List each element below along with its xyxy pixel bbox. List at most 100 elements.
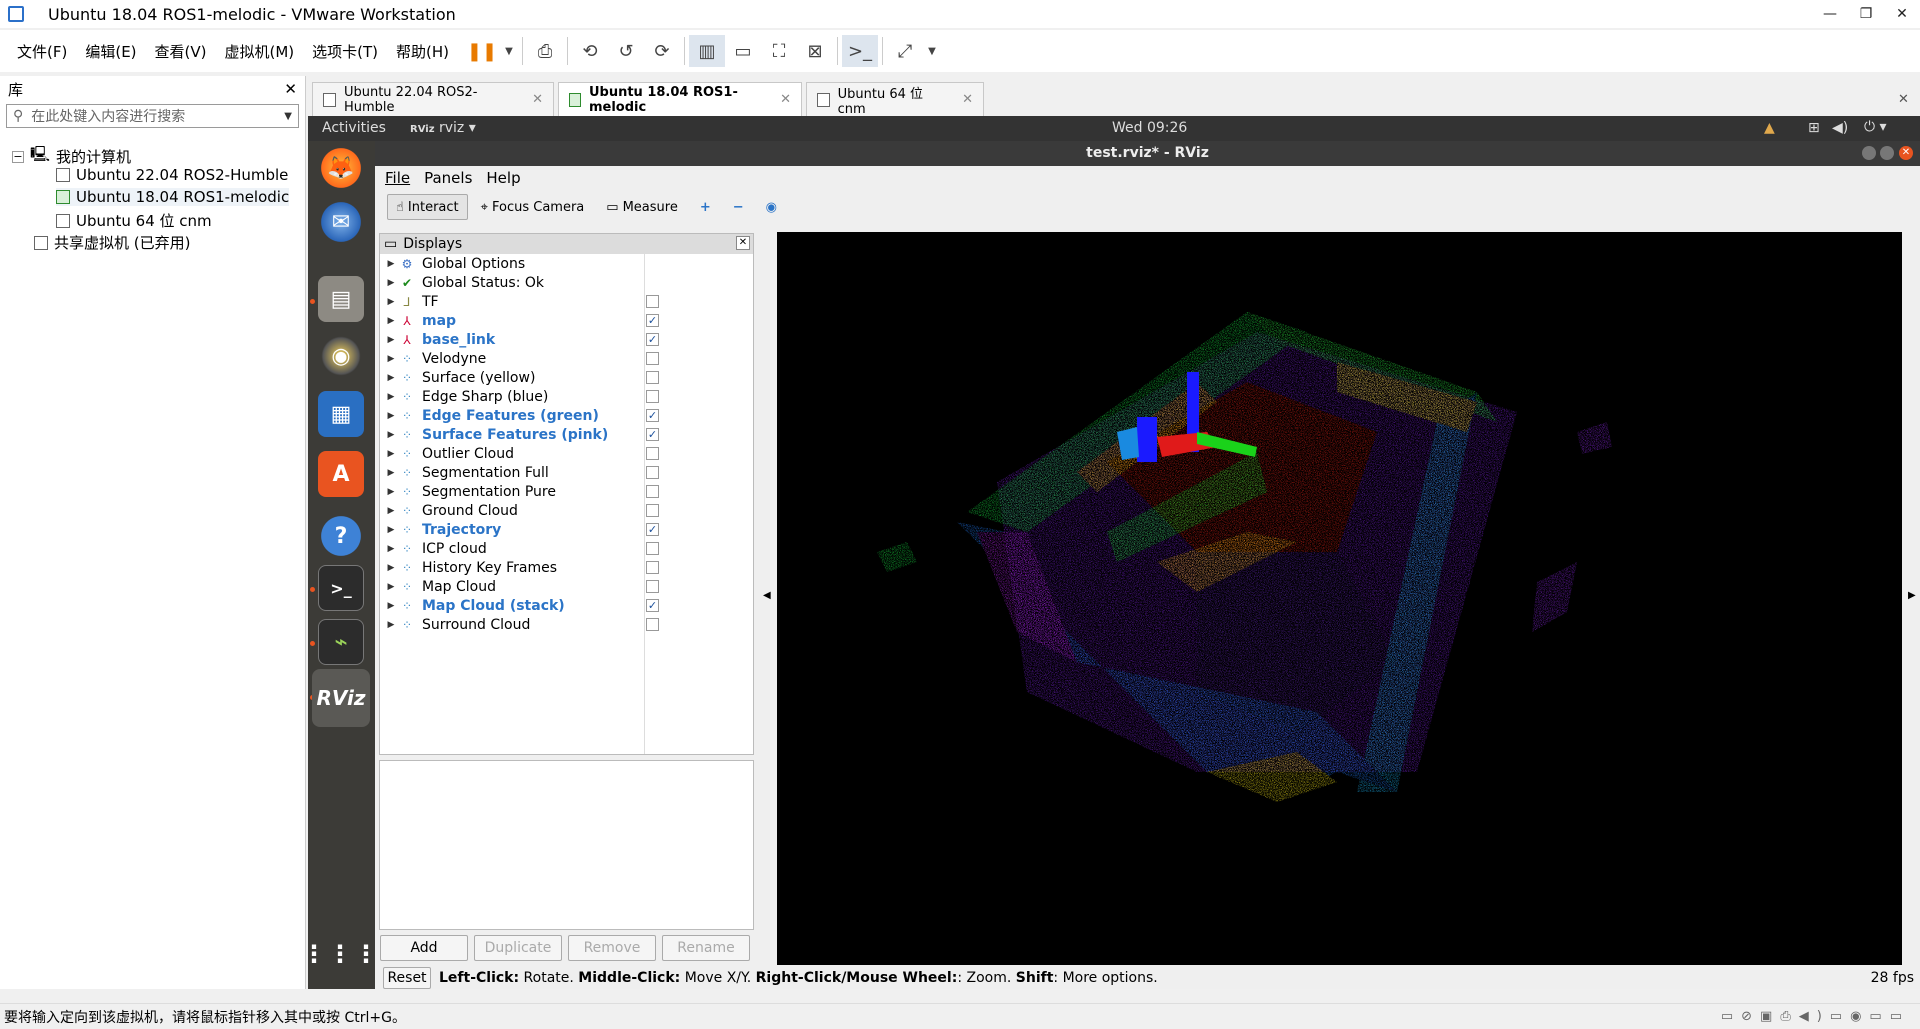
- menu-vm[interactable]: 虚拟机(M): [216, 41, 304, 62]
- menu-tabs[interactable]: 选项卡(T): [303, 41, 387, 62]
- enable-checkbox[interactable]: [646, 542, 659, 555]
- expand-arrow-icon[interactable]: ▶: [384, 392, 398, 402]
- app-menu[interactable]: RViz rviz ▾: [410, 120, 476, 136]
- network-icon[interactable]: ⊞: [1808, 120, 1820, 136]
- expand-arrow-icon[interactable]: ▶: [384, 620, 398, 630]
- expand-arrow-icon[interactable]: ▶: [384, 316, 398, 326]
- collapse-icon[interactable]: −: [12, 150, 24, 163]
- display-row[interactable]: ▶ ⁘ Outlier Cloud: [380, 444, 753, 463]
- expand-arrow-icon[interactable]: ▶: [384, 411, 398, 421]
- menu-edit[interactable]: 编辑(E): [76, 41, 145, 62]
- expand-arrow-icon[interactable]: ▶: [384, 506, 398, 516]
- clock[interactable]: Wed 09:26: [1112, 120, 1187, 136]
- 3d-render-view[interactable]: [777, 232, 1902, 965]
- display-row[interactable]: ▶ ⁘ Edge Features (green) ✓: [380, 406, 753, 425]
- snapshot-manager-icon[interactable]: ⟳: [644, 35, 680, 67]
- enable-checkbox[interactable]: ✓: [646, 428, 659, 441]
- expand-arrow-icon[interactable]: ▶: [384, 278, 398, 288]
- enable-checkbox[interactable]: [646, 504, 659, 517]
- tree-shared-vms[interactable]: 共享虚拟机 (已弃用): [34, 232, 190, 253]
- enable-checkbox[interactable]: [646, 447, 659, 460]
- close-icon[interactable]: ✕: [736, 236, 750, 250]
- expand-arrow-icon[interactable]: ▶: [384, 297, 398, 307]
- chevron-down-icon[interactable]: ▼: [500, 35, 518, 67]
- cat-indicator-icon[interactable]: ▲: [1764, 120, 1775, 136]
- enable-checkbox[interactable]: [646, 295, 659, 308]
- expand-arrow-icon[interactable]: ▶: [384, 259, 398, 269]
- display-row[interactable]: ▶ ⁘ Edge Sharp (blue): [380, 387, 753, 406]
- restore-icon[interactable]: ❐: [1848, 0, 1884, 28]
- expand-arrow-icon[interactable]: ▶: [384, 544, 398, 554]
- collapse-right-icon[interactable]: ▶: [1908, 590, 1916, 601]
- rviz-icon[interactable]: RViz: [312, 669, 370, 727]
- thunderbird-icon[interactable]: ✉: [318, 199, 364, 245]
- send-keys-icon[interactable]: ⎙: [527, 35, 563, 67]
- enable-checkbox[interactable]: ✓: [646, 333, 659, 346]
- add-button[interactable]: Add: [380, 935, 468, 961]
- tab-bar-close-icon[interactable]: ✕: [1898, 82, 1916, 116]
- chevron-down-icon[interactable]: ▼: [923, 35, 941, 67]
- display-row[interactable]: ▶ ⁘ Ground Cloud: [380, 501, 753, 520]
- display-row[interactable]: ▶ ✔ Global Status: Ok: [380, 273, 753, 292]
- close-icon[interactable]: ✕: [768, 92, 791, 107]
- power-icon[interactable]: ⏻ ▾: [1864, 119, 1887, 135]
- display-row[interactable]: ▶ ⁘ Surface (yellow): [380, 368, 753, 387]
- library-search-input[interactable]: ⚲ 在此处键入内容进行搜索 ▼: [6, 104, 299, 128]
- fullscreen-icon[interactable]: ⛶: [761, 35, 797, 67]
- display-row[interactable]: ▶ ⁘ Map Cloud: [380, 577, 753, 596]
- display-row[interactable]: ▶ ⁘ Surface Features (pink) ✓: [380, 425, 753, 444]
- tab-vm[interactable]: Ubuntu 22.04 ROS2-Humble ✕: [312, 82, 554, 116]
- enable-checkbox[interactable]: [646, 352, 659, 365]
- display-row[interactable]: ▶ ⅄ map ✓: [380, 311, 753, 330]
- close-icon[interactable]: ✕: [1884, 0, 1920, 28]
- enable-checkbox[interactable]: [646, 618, 659, 631]
- device-icons[interactable]: ▭⊘▣⎙◀)▭◉▭▭: [1721, 1009, 1910, 1024]
- measure-tool[interactable]: ▭ Measure: [597, 194, 687, 220]
- enable-checkbox[interactable]: [646, 390, 659, 403]
- expand-arrow-icon[interactable]: ▶: [384, 487, 398, 497]
- enable-checkbox[interactable]: ✓: [646, 314, 659, 327]
- tree-vm-item-selected[interactable]: Ubuntu 18.04 ROS1-melodic: [56, 188, 290, 206]
- minimize-icon[interactable]: —: [1812, 0, 1848, 28]
- activities-button[interactable]: Activities: [322, 120, 386, 136]
- menu-file[interactable]: 文件(F): [8, 41, 76, 62]
- tree-vm-item[interactable]: Ubuntu 22.04 ROS2-Humble: [56, 166, 288, 184]
- remove-button[interactable]: Remove: [568, 935, 656, 961]
- enable-checkbox[interactable]: [646, 561, 659, 574]
- duplicate-button[interactable]: Duplicate: [474, 935, 562, 961]
- display-row[interactable]: ▶ ⅄ base_link ✓: [380, 330, 753, 349]
- display-row[interactable]: ▶ ⚙ Global Options: [380, 254, 753, 273]
- menu-help[interactable]: Help: [486, 169, 520, 187]
- enable-checkbox[interactable]: ✓: [646, 409, 659, 422]
- expand-arrow-icon[interactable]: ▶: [384, 449, 398, 459]
- volume-icon[interactable]: ◀): [1832, 120, 1848, 136]
- writer-icon[interactable]: ▦: [318, 391, 364, 437]
- menu-view[interactable]: 查看(V): [146, 41, 216, 62]
- expand-arrow-icon[interactable]: ▶: [384, 468, 398, 478]
- terminal-icon[interactable]: >_: [318, 565, 364, 611]
- rename-button[interactable]: Rename: [662, 935, 750, 961]
- snapshot-icon[interactable]: ⟲: [572, 35, 608, 67]
- point-cloud-render[interactable]: [777, 232, 1902, 965]
- help-icon[interactable]: ?: [318, 513, 364, 559]
- close-icon[interactable]: ✕: [520, 92, 543, 107]
- reset-button[interactable]: Reset: [383, 966, 431, 989]
- close-icon[interactable]: ✕: [950, 92, 973, 107]
- tab-vm[interactable]: Ubuntu 64 位 cnm ✕: [806, 82, 984, 117]
- remove-tool-icon[interactable]: −: [724, 194, 753, 220]
- minimize-icon[interactable]: [1862, 146, 1876, 160]
- enable-checkbox[interactable]: ✓: [646, 599, 659, 612]
- menu-file[interactable]: File: [385, 169, 410, 187]
- system-monitor-icon[interactable]: ⌁: [318, 619, 364, 665]
- display-row[interactable]: ▶ ⁘ Velodyne: [380, 349, 753, 368]
- interact-tool[interactable]: ☝ Interact: [387, 194, 468, 220]
- close-icon[interactable]: ✕: [1899, 146, 1913, 160]
- menu-help[interactable]: 帮助(H): [387, 41, 458, 62]
- console-icon[interactable]: >_: [842, 35, 879, 67]
- show-apps-icon[interactable]: ⋮⋮⋮: [302, 931, 378, 977]
- display-row[interactable]: ▶ ⁘ Surround Cloud: [380, 615, 753, 634]
- enable-checkbox[interactable]: ✓: [646, 523, 659, 536]
- thumbnail-view-icon[interactable]: ▭: [725, 35, 761, 67]
- focus-camera-tool[interactable]: ⌖ Focus Camera: [472, 194, 594, 220]
- close-icon[interactable]: ✕: [284, 80, 297, 98]
